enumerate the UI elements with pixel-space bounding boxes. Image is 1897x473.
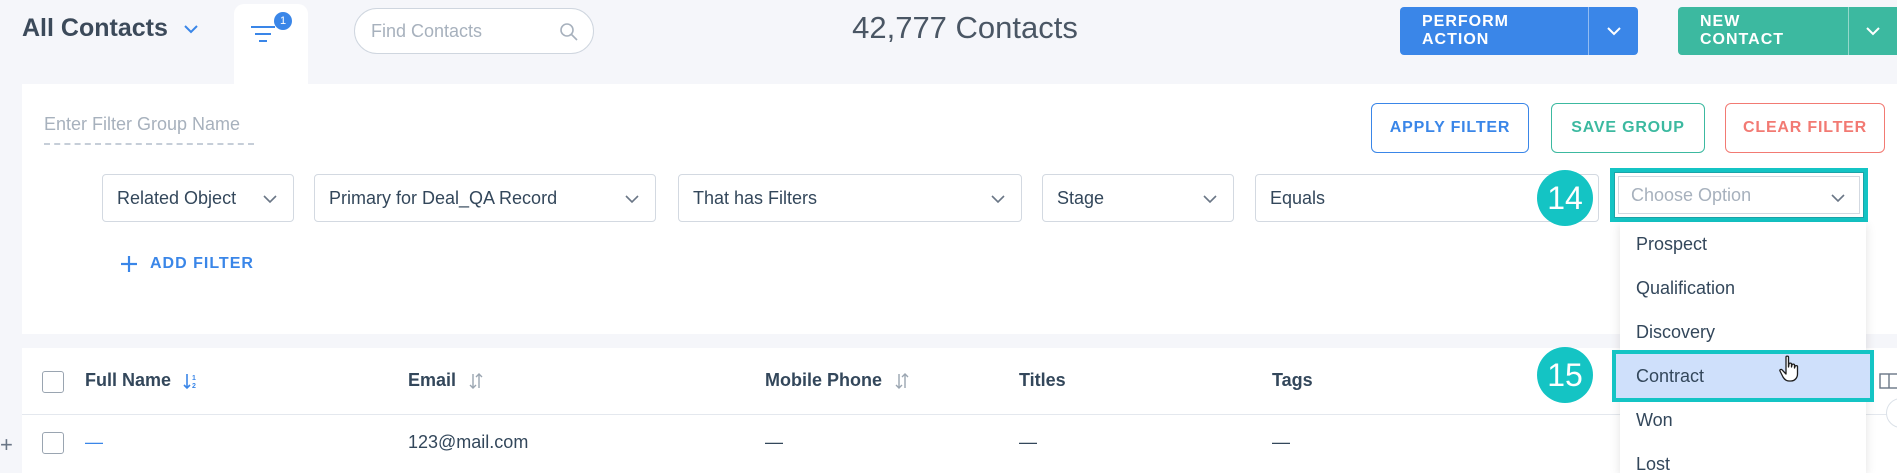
apply-filter-button[interactable]: APPLY FILTER: [1371, 103, 1529, 153]
expand-plus-icon[interactable]: +: [0, 432, 13, 458]
new-contact-button-group: NEW CONTACT: [1678, 7, 1897, 55]
chevron-down-icon: [1606, 27, 1621, 36]
select-value: Equals: [1270, 187, 1326, 208]
chevron-down-icon: [184, 24, 198, 33]
value-select-field[interactable]: Choose Option: [1618, 176, 1860, 214]
option-prospect[interactable]: Prospect: [1620, 222, 1866, 266]
select-value: Primary for Deal_QA Record: [329, 187, 558, 208]
chevron-down-icon: [625, 195, 639, 204]
select-value: Stage: [1057, 187, 1105, 208]
columns-icon[interactable]: [1878, 370, 1897, 392]
top-header: All Contacts 1 42,777 Contacts PERFORM A…: [0, 0, 1897, 84]
select-value: Related Object: [117, 187, 237, 208]
cell-full-name[interactable]: —: [85, 432, 103, 453]
chevron-down-icon: [1203, 195, 1217, 204]
option-qualification[interactable]: Qualification: [1620, 266, 1866, 310]
cell-titles: —: [1019, 432, 1037, 452]
svg-text:2: 2: [192, 383, 196, 390]
hand-cursor-icon: [1779, 355, 1799, 382]
perform-action-button-group: PERFORM ACTION: [1400, 7, 1638, 55]
record-select[interactable]: Primary for Deal_QA Record: [314, 174, 656, 222]
object-type-select[interactable]: Related Object: [102, 174, 294, 222]
new-contact-button[interactable]: NEW CONTACT: [1678, 7, 1848, 55]
view-title: All Contacts: [22, 14, 168, 42]
search-input[interactable]: [371, 20, 551, 42]
search-icon[interactable]: [559, 22, 579, 42]
sort-icon[interactable]: [894, 372, 910, 390]
column-label: Full Name: [85, 370, 172, 390]
column-label: Mobile Phone: [765, 370, 882, 390]
view-selector[interactable]: All Contacts: [22, 14, 200, 43]
search-box[interactable]: [354, 8, 594, 54]
cell-tags: —: [1272, 432, 1290, 452]
new-contact-menu-toggle[interactable]: [1847, 7, 1897, 55]
filter-count-badge: 1: [274, 12, 292, 30]
value-select-placeholder: Choose Option: [1631, 184, 1752, 205]
row-divider: [22, 414, 1897, 415]
chevron-down-icon: [263, 195, 277, 204]
option-lost[interactable]: Lost: [1620, 442, 1866, 473]
perform-action-button[interactable]: PERFORM ACTION: [1400, 7, 1588, 55]
clear-filter-button[interactable]: CLEAR FILTER: [1725, 103, 1885, 153]
column-label: Titles: [1019, 370, 1066, 390]
column-label: Email: [408, 370, 457, 390]
save-group-button[interactable]: SAVE GROUP: [1551, 103, 1705, 153]
value-select[interactable]: Choose Option: [1610, 168, 1868, 222]
cell-email: 123@mail.com: [408, 432, 529, 452]
perform-action-menu-toggle[interactable]: [1588, 7, 1638, 55]
chevron-down-icon: [1866, 27, 1880, 36]
step-badge: 14: [1537, 170, 1593, 226]
column-header-full-name[interactable]: Full Name 1 2: [85, 370, 199, 391]
sort-icon[interactable]: [468, 372, 484, 390]
filter-group-name-input[interactable]: [44, 114, 254, 145]
column-header-email[interactable]: Email: [408, 370, 484, 391]
option-contract[interactable]: Contract: [1612, 350, 1874, 402]
column-header-tags[interactable]: Tags: [1272, 370, 1313, 391]
column-label: Tags: [1272, 370, 1313, 390]
select-value: That has Filters: [693, 187, 818, 208]
cell-mobile-phone: —: [765, 432, 783, 452]
chevron-down-icon: [1831, 194, 1845, 203]
chevron-down-icon: [991, 195, 1005, 204]
sort-asc-icon[interactable]: 1 2: [183, 372, 199, 390]
relation-select[interactable]: That has Filters: [678, 174, 1022, 222]
svg-text:1: 1: [192, 375, 196, 382]
add-filter-label: ADD FILTER: [150, 255, 254, 272]
add-filter-button[interactable]: ADD FILTER: [120, 255, 254, 273]
column-header-mobile-phone[interactable]: Mobile Phone: [765, 370, 910, 391]
select-all-checkbox[interactable]: [42, 371, 64, 393]
filter-tab[interactable]: 1: [234, 4, 308, 84]
option-won[interactable]: Won: [1620, 398, 1866, 442]
column-header-titles[interactable]: Titles: [1019, 370, 1066, 391]
step-badge: 15: [1537, 347, 1593, 403]
plus-icon: [121, 256, 137, 272]
field-select[interactable]: Stage: [1042, 174, 1234, 222]
contacts-count: 42,777 Contacts: [852, 10, 1078, 45]
row-checkbox[interactable]: [42, 432, 64, 454]
value-options-dropdown: Prospect Qualification Discovery Contrac…: [1612, 222, 1874, 473]
option-discovery[interactable]: Discovery: [1620, 310, 1866, 354]
